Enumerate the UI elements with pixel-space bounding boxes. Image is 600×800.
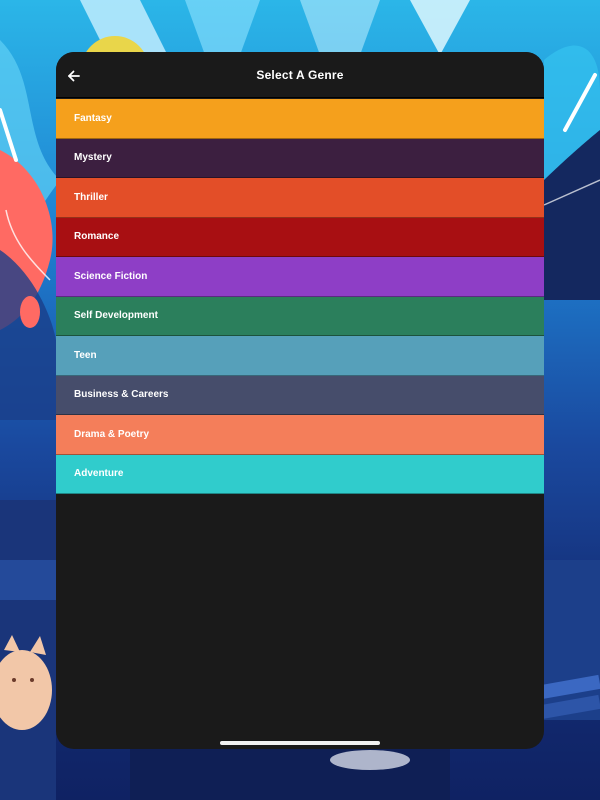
genre-label: Teen [74, 349, 97, 361]
genre-label: Romance [74, 231, 120, 243]
genre-label: Thriller [74, 191, 108, 203]
genre-label: Self Development [74, 310, 158, 322]
genre-item-adventure[interactable]: Adventure [56, 454, 544, 494]
home-indicator[interactable] [220, 741, 380, 745]
genre-item-romance[interactable]: Romance [56, 217, 544, 257]
genre-label: Business & Careers [74, 389, 169, 401]
genre-selector-panel: Select A Genre Fantasy Mystery Thriller … [56, 52, 544, 749]
genre-label: Drama & Poetry [74, 428, 150, 440]
genre-item-fantasy[interactable]: Fantasy [56, 99, 544, 139]
genre-item-business-careers[interactable]: Business & Careers [56, 375, 544, 415]
app-header: Select A Genre [56, 52, 544, 98]
genre-item-mystery[interactable]: Mystery [56, 138, 544, 178]
genre-item-drama-poetry[interactable]: Drama & Poetry [56, 415, 544, 455]
genre-item-thriller[interactable]: Thriller [56, 178, 544, 218]
genre-label: Adventure [74, 468, 124, 480]
genre-item-teen[interactable]: Teen [56, 336, 544, 376]
genre-item-science-fiction[interactable]: Science Fiction [56, 257, 544, 297]
app-background: Select A Genre Fantasy Mystery Thriller … [0, 0, 600, 800]
page-title: Select A Genre [256, 67, 344, 82]
genre-list: Fantasy Mystery Thriller Romance Science… [56, 99, 544, 494]
arrow-left-icon [68, 70, 80, 82]
genre-label: Fantasy [74, 112, 112, 124]
genre-label: Science Fiction [74, 270, 148, 282]
genre-item-self-development[interactable]: Self Development [56, 296, 544, 336]
genre-label: Mystery [74, 152, 112, 164]
back-button[interactable] [62, 64, 86, 88]
